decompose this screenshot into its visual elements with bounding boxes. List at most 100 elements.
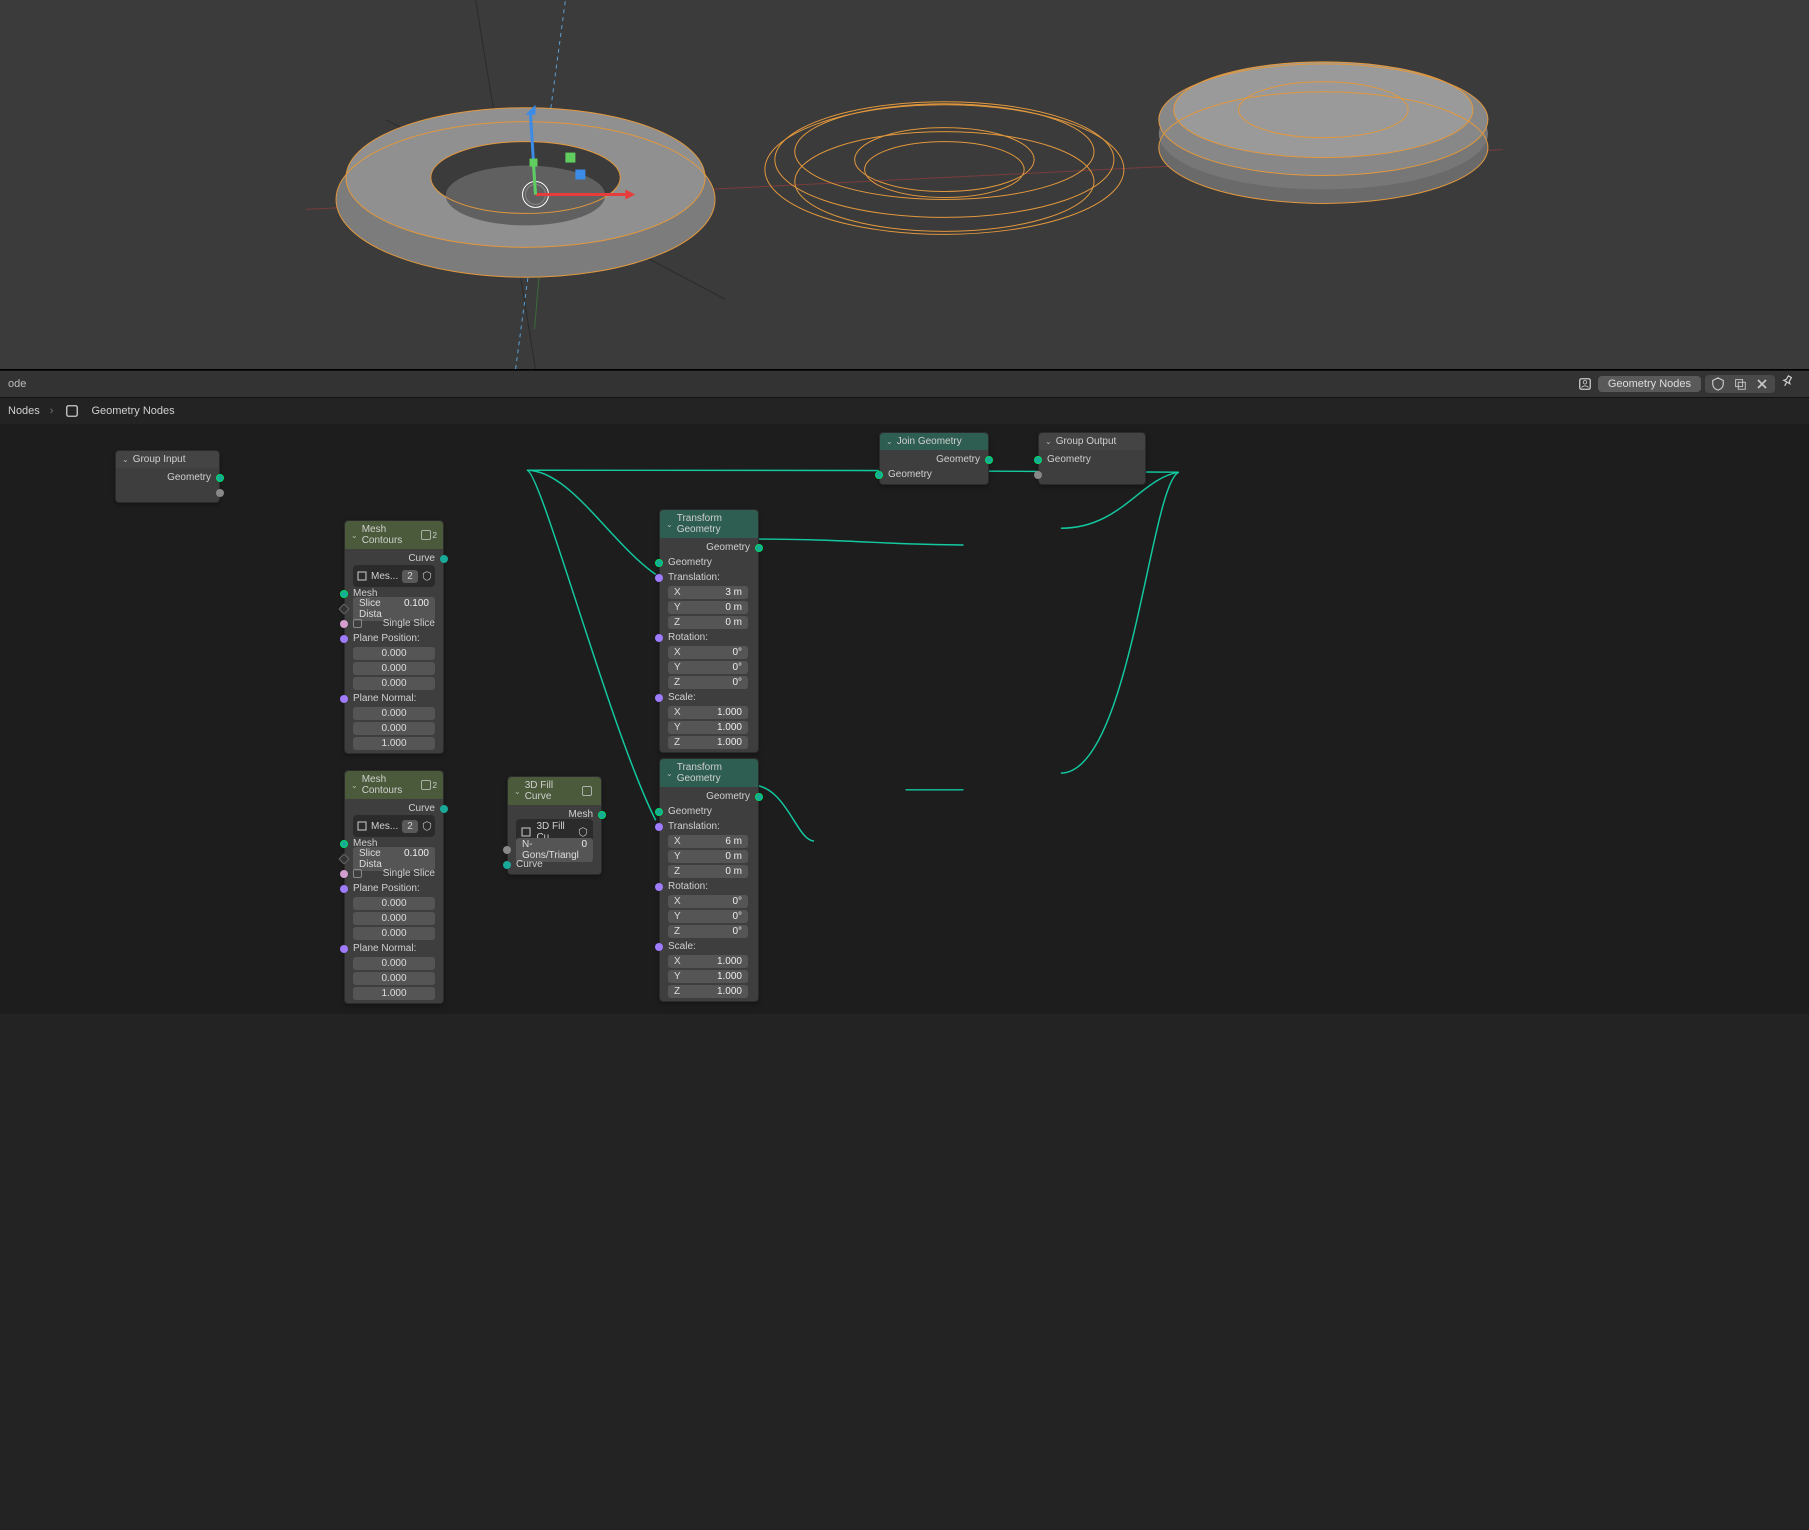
node-editor[interactable]: ⌄Group Input Geometry ⌄Join Geometry Geo… xyxy=(0,424,1809,1014)
socket-input-rotation[interactable] xyxy=(655,883,663,891)
plane-pos-y[interactable]: 0.000 xyxy=(353,912,435,925)
unlink-icon[interactable] xyxy=(1753,375,1771,393)
shield-icon[interactable] xyxy=(422,567,432,585)
socket-output-geometry[interactable] xyxy=(216,474,224,482)
node-group-output[interactable]: ⌄Group Output Geometry xyxy=(1038,432,1146,485)
node-3d-fill-curve[interactable]: ⌄3D Fill Curve Mesh 3D Fill Cu... N-Gons… xyxy=(507,776,602,875)
socket-input-scale[interactable] xyxy=(655,943,663,951)
translation-z[interactable]: Z0 m xyxy=(668,616,748,629)
plane-pos-x[interactable]: 0.000 xyxy=(353,897,435,910)
nodegroup-link-icon[interactable]: 2 xyxy=(420,776,437,794)
socket-input-single-slice[interactable] xyxy=(340,620,348,628)
plane-pos-y[interactable]: 0.000 xyxy=(353,662,435,675)
socket-input-translation[interactable] xyxy=(655,574,663,582)
socket-input-ngons[interactable] xyxy=(503,846,511,854)
socket-output-geometry[interactable] xyxy=(985,456,993,464)
socket-input-rotation[interactable] xyxy=(655,634,663,642)
user-count-badge: 2 xyxy=(402,570,418,583)
crumb-nodes[interactable]: Nodes xyxy=(8,405,40,417)
node-join-geometry[interactable]: ⌄Join Geometry Geometry Geometry xyxy=(879,432,989,485)
scale-z[interactable]: Z1.000 xyxy=(668,736,748,749)
socket-output-curve[interactable] xyxy=(440,555,448,563)
rotation-x[interactable]: X0° xyxy=(668,895,748,908)
nodegroup-selector[interactable]: Mes... 2 xyxy=(353,815,435,837)
plane-pos-x[interactable]: 0.000 xyxy=(353,647,435,660)
socket-input-single-slice[interactable] xyxy=(340,870,348,878)
plane-pos-z[interactable]: 0.000 xyxy=(353,927,435,940)
translation-z[interactable]: Z0 m xyxy=(668,865,748,878)
fake-user-icon[interactable] xyxy=(1709,375,1727,393)
scale-z[interactable]: Z1.000 xyxy=(668,985,748,998)
socket-input-plane-normal[interactable] xyxy=(340,695,348,703)
node-mesh-contours-b[interactable]: ⌄Mesh Contours 2 Curve Mes... 2 Mesh Sli… xyxy=(344,770,444,1004)
translation-x[interactable]: X6 m xyxy=(668,835,748,848)
chevron-down-icon: ⌄ xyxy=(514,787,521,796)
scale-x[interactable]: X1.000 xyxy=(668,955,748,968)
checkbox-single-slice[interactable] xyxy=(353,869,362,878)
plane-nrm-x[interactable]: 0.000 xyxy=(353,957,435,970)
chevron-down-icon: ⌄ xyxy=(666,769,673,778)
viewport-3d[interactable] xyxy=(0,0,1809,370)
translation-x[interactable]: X3 m xyxy=(668,586,748,599)
socket-input-geometry[interactable] xyxy=(655,559,663,567)
socket-output-virtual[interactable] xyxy=(216,489,224,497)
duplicate-icon[interactable] xyxy=(1731,375,1749,393)
socket-output-mesh[interactable] xyxy=(598,811,606,819)
socket-input-scale[interactable] xyxy=(655,694,663,702)
socket-input-virtual[interactable] xyxy=(1034,471,1042,479)
socket-input-mesh[interactable] xyxy=(340,840,348,848)
socket-input-plane-normal[interactable] xyxy=(340,945,348,953)
socket-input-geometry[interactable] xyxy=(1034,456,1042,464)
socket-label: Geometry xyxy=(706,542,750,553)
nodegroup-link-icon[interactable]: 2 xyxy=(420,526,437,544)
plane-nrm-z[interactable]: 1.000 xyxy=(353,987,435,1000)
scale-y[interactable]: Y1.000 xyxy=(668,970,748,983)
socket-label: Geometry xyxy=(936,454,980,465)
label: Plane Position: xyxy=(353,883,420,894)
socket-input-mesh[interactable] xyxy=(340,590,348,598)
socket-input-geometry[interactable] xyxy=(875,471,883,479)
shield-icon[interactable] xyxy=(422,817,432,835)
nodegroup-name-field[interactable]: Geometry Nodes xyxy=(1598,376,1701,392)
nodegroup-browse-icon[interactable] xyxy=(357,817,367,835)
node-transform-geometry-a[interactable]: ⌄Transform Geometry Geometry Geometry Tr… xyxy=(659,509,759,753)
socket-input-translation[interactable] xyxy=(655,823,663,831)
rotation-x[interactable]: X0° xyxy=(668,646,748,659)
scale-y[interactable]: Y1.000 xyxy=(668,721,748,734)
socket-input-plane-position[interactable] xyxy=(340,635,348,643)
node-group-input[interactable]: ⌄Group Input Geometry xyxy=(115,450,220,503)
socket-input-slice-dist[interactable] xyxy=(338,603,349,614)
node-mesh-contours-a[interactable]: ⌄Mesh Contours 2 Curve Mes... 2 Mesh Sli… xyxy=(344,520,444,754)
socket-output-curve[interactable] xyxy=(440,805,448,813)
socket-output-geometry[interactable] xyxy=(755,544,763,552)
socket-input-geometry[interactable] xyxy=(655,808,663,816)
translation-y[interactable]: Y0 m xyxy=(668,850,748,863)
checkbox-single-slice[interactable] xyxy=(353,619,362,628)
socket-input-curve[interactable] xyxy=(503,861,511,869)
socket-input-slice-dist[interactable] xyxy=(338,853,349,864)
nodegroup-browse-icon[interactable] xyxy=(1576,375,1594,393)
scale-x[interactable]: X1.000 xyxy=(668,706,748,719)
translation-y[interactable]: Y0 m xyxy=(668,601,748,614)
plane-nrm-z[interactable]: 1.000 xyxy=(353,737,435,750)
plane-pos-z[interactable]: 0.000 xyxy=(353,677,435,690)
plane-nrm-y[interactable]: 0.000 xyxy=(353,972,435,985)
crumb-current[interactable]: Geometry Nodes xyxy=(91,405,174,417)
plane-nrm-x[interactable]: 0.000 xyxy=(353,707,435,720)
nodegroup-link-icon[interactable] xyxy=(579,782,595,800)
rotation-y[interactable]: Y0° xyxy=(668,661,748,674)
socket-input-plane-position[interactable] xyxy=(340,885,348,893)
nodegroup-browse-icon[interactable] xyxy=(357,567,367,585)
plane-nrm-y[interactable]: 0.000 xyxy=(353,722,435,735)
socket-output-geometry[interactable] xyxy=(755,793,763,801)
label: Rotation: xyxy=(668,881,708,892)
rotation-z[interactable]: Z0° xyxy=(668,676,748,689)
breadcrumb: Nodes › Geometry Nodes xyxy=(0,398,1809,424)
node-transform-geometry-b[interactable]: ⌄Transform Geometry Geometry Geometry Tr… xyxy=(659,758,759,1002)
pin-icon[interactable] xyxy=(1776,372,1801,397)
rotation-y[interactable]: Y0° xyxy=(668,910,748,923)
node-title: Group Input xyxy=(133,454,186,465)
rotation-z[interactable]: Z0° xyxy=(668,925,748,938)
torus-filled xyxy=(1159,62,1488,204)
nodegroup-selector[interactable]: Mes... 2 xyxy=(353,565,435,587)
